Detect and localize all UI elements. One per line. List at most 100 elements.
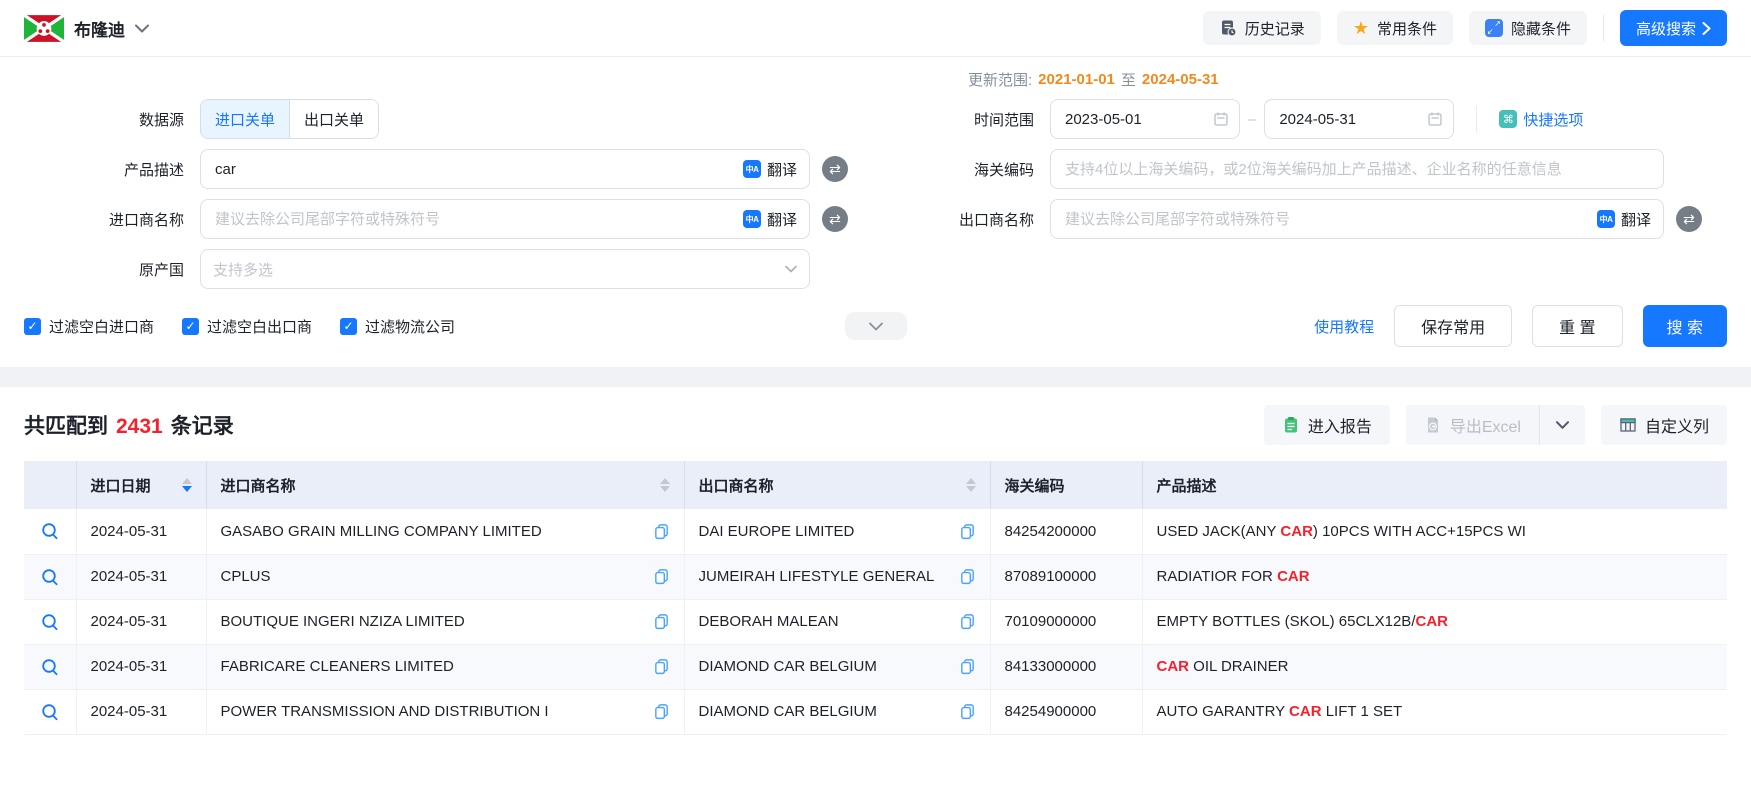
end-date-field[interactable] — [1264, 99, 1454, 139]
origin-country-label: 原产国 — [24, 259, 200, 280]
update-range-end: 2024-05-31 — [1142, 71, 1219, 88]
tutorial-link[interactable]: 使用教程 — [1314, 316, 1374, 337]
product-desc-input[interactable] — [213, 160, 743, 179]
row-hs-code: 87089100000 — [990, 554, 1142, 599]
custom-columns-button[interactable]: 自定义列 — [1601, 405, 1727, 445]
filter-checkbox[interactable]: ✓ 过滤空白进口商 — [24, 316, 154, 337]
start-date-input[interactable] — [1063, 110, 1213, 129]
end-date-input[interactable] — [1277, 110, 1427, 129]
search-form: 数据源 进口关单 出口关单 产品描述 中A 翻译 ⇄ 进口商名称 — [0, 57, 1751, 299]
translate-icon: 中A — [1597, 210, 1615, 228]
translate-button[interactable]: 中A 翻译 — [743, 209, 797, 230]
copy-icon[interactable] — [959, 658, 976, 675]
top-bar-actions: 历史记录 ★ 常用条件 ↗↙ 隐藏条件 高级搜索 — [1203, 10, 1727, 46]
quick-options-link[interactable]: ⌘ 快捷选项 — [1499, 109, 1583, 130]
copy-icon[interactable] — [653, 613, 670, 630]
hide-filters-label: 隐藏条件 — [1511, 18, 1571, 39]
column-header-desc: 产品描述 — [1142, 461, 1727, 509]
row-product-desc: CAR OIL DRAINER — [1142, 644, 1727, 689]
swap-language-button[interactable]: ⇄ — [822, 206, 848, 232]
row-product-desc: AUTO GARANTRY CAR LIFT 1 SET — [1142, 689, 1727, 734]
hs-code-input[interactable] — [1063, 160, 1651, 179]
columns-icon — [1619, 416, 1637, 434]
column-label: 产品描述 — [1157, 475, 1217, 496]
row-import-date: 2024-05-31 — [76, 644, 206, 689]
table-row: 2024-05-31 GASABO GRAIN MILLING COMPANY … — [24, 509, 1727, 554]
column-header-importer[interactable]: 进口商名称 — [206, 461, 684, 509]
row-detail-search-icon[interactable] — [40, 702, 60, 722]
row-detail-search-icon[interactable] — [40, 612, 60, 632]
favorites-label: 常用条件 — [1377, 18, 1437, 39]
calendar-icon — [1427, 111, 1443, 127]
match-count: 2431 — [116, 415, 163, 439]
history-button[interactable]: 历史记录 — [1203, 11, 1321, 45]
translate-button[interactable]: 中A 翻译 — [1597, 209, 1651, 230]
row-hs-code: 84254200000 — [990, 509, 1142, 554]
exporter-input[interactable] — [1063, 210, 1597, 229]
start-date-field[interactable] — [1050, 99, 1240, 139]
enter-report-button[interactable]: 进入报告 — [1264, 405, 1390, 445]
save-common-button[interactable]: 保存常用 — [1394, 305, 1512, 347]
row-exporter-name: DEBORAH MALEAN — [699, 613, 839, 630]
update-range-label: 更新范围: — [968, 69, 1032, 90]
time-range-label: 时间范围 — [904, 109, 1050, 130]
sort-carets-icon[interactable] — [660, 478, 670, 492]
row-detail-search-icon[interactable] — [40, 567, 60, 587]
copy-icon[interactable] — [959, 703, 976, 720]
translate-icon: 中A — [743, 160, 761, 178]
export-excel-button[interactable]: 导出Excel — [1406, 405, 1539, 445]
copy-icon[interactable] — [653, 703, 670, 720]
copy-icon[interactable] — [653, 523, 670, 540]
row-importer-name: GASABO GRAIN MILLING COMPANY LIMITED — [221, 523, 542, 540]
product-desc-label: 产品描述 — [24, 159, 200, 180]
table-row: 2024-05-31 BOUTIQUE INGERI NZIZA LIMITED… — [24, 599, 1727, 644]
table-row: 2024-05-31 FABRICARE CLEANERS LIMITED DI… — [24, 644, 1727, 689]
export-split-button: 导出Excel — [1406, 405, 1585, 445]
export-icon — [1424, 416, 1442, 434]
copy-icon[interactable] — [653, 658, 670, 675]
tab-label: 进口关单 — [215, 109, 275, 130]
sort-carets-icon[interactable] — [966, 478, 976, 492]
history-icon — [1219, 19, 1237, 37]
data-source-tab[interactable]: 出口关单 — [289, 100, 378, 138]
sort-carets-icon[interactable] — [182, 478, 192, 492]
advanced-search-button[interactable]: 高级搜索 — [1620, 10, 1727, 46]
column-header-exporter[interactable]: 出口商名称 — [684, 461, 990, 509]
row-import-date: 2024-05-31 — [76, 689, 206, 734]
report-icon — [1282, 416, 1300, 434]
search-button[interactable]: 搜 索 — [1643, 305, 1727, 347]
origin-placeholder: 支持多选 — [213, 259, 273, 280]
custom-columns-label: 自定义列 — [1645, 413, 1709, 437]
row-detail-search-icon[interactable] — [40, 521, 60, 541]
country-selector[interactable]: 布隆迪 — [24, 15, 149, 42]
collapse-form-button[interactable] — [845, 312, 907, 340]
filter-checkbox[interactable]: ✓ 过滤物流公司 — [340, 316, 455, 337]
row-hs-code: 84133000000 — [990, 644, 1142, 689]
row-importer-name: BOUTIQUE INGERI NZIZA LIMITED — [221, 613, 465, 630]
checkbox-label: 过滤物流公司 — [365, 316, 455, 337]
copy-icon[interactable] — [959, 523, 976, 540]
reset-button[interactable]: 重 置 — [1532, 305, 1622, 347]
swap-language-button[interactable]: ⇄ — [822, 156, 848, 182]
quick-options-label: 快捷选项 — [1523, 109, 1583, 130]
collapse-arrows-icon: ↗↙ — [1485, 19, 1503, 37]
row-exporter-name: DAI EUROPE LIMITED — [699, 523, 855, 540]
copy-icon[interactable] — [653, 568, 670, 585]
data-source-tab[interactable]: 进口关单 — [201, 100, 289, 138]
importer-input[interactable] — [213, 210, 743, 229]
favorites-button[interactable]: ★ 常用条件 — [1337, 11, 1453, 45]
star-icon: ★ — [1353, 19, 1369, 37]
match-prefix: 共匹配到 — [24, 410, 108, 440]
row-detail-search-icon[interactable] — [40, 657, 60, 677]
filter-checkbox[interactable]: ✓ 过滤空白出口商 — [182, 316, 312, 337]
hide-filters-button[interactable]: ↗↙ 隐藏条件 — [1469, 11, 1587, 45]
column-header-date[interactable]: 进口日期 — [76, 461, 206, 509]
export-options-button[interactable] — [1539, 405, 1585, 445]
copy-icon[interactable] — [959, 613, 976, 630]
copy-icon[interactable] — [959, 568, 976, 585]
origin-country-select[interactable]: 支持多选 — [200, 249, 810, 289]
command-icon: ⌘ — [1499, 110, 1517, 128]
advanced-search-label: 高级搜索 — [1636, 18, 1696, 39]
swap-language-button[interactable]: ⇄ — [1676, 206, 1702, 232]
translate-button[interactable]: 中A 翻译 — [743, 159, 797, 180]
